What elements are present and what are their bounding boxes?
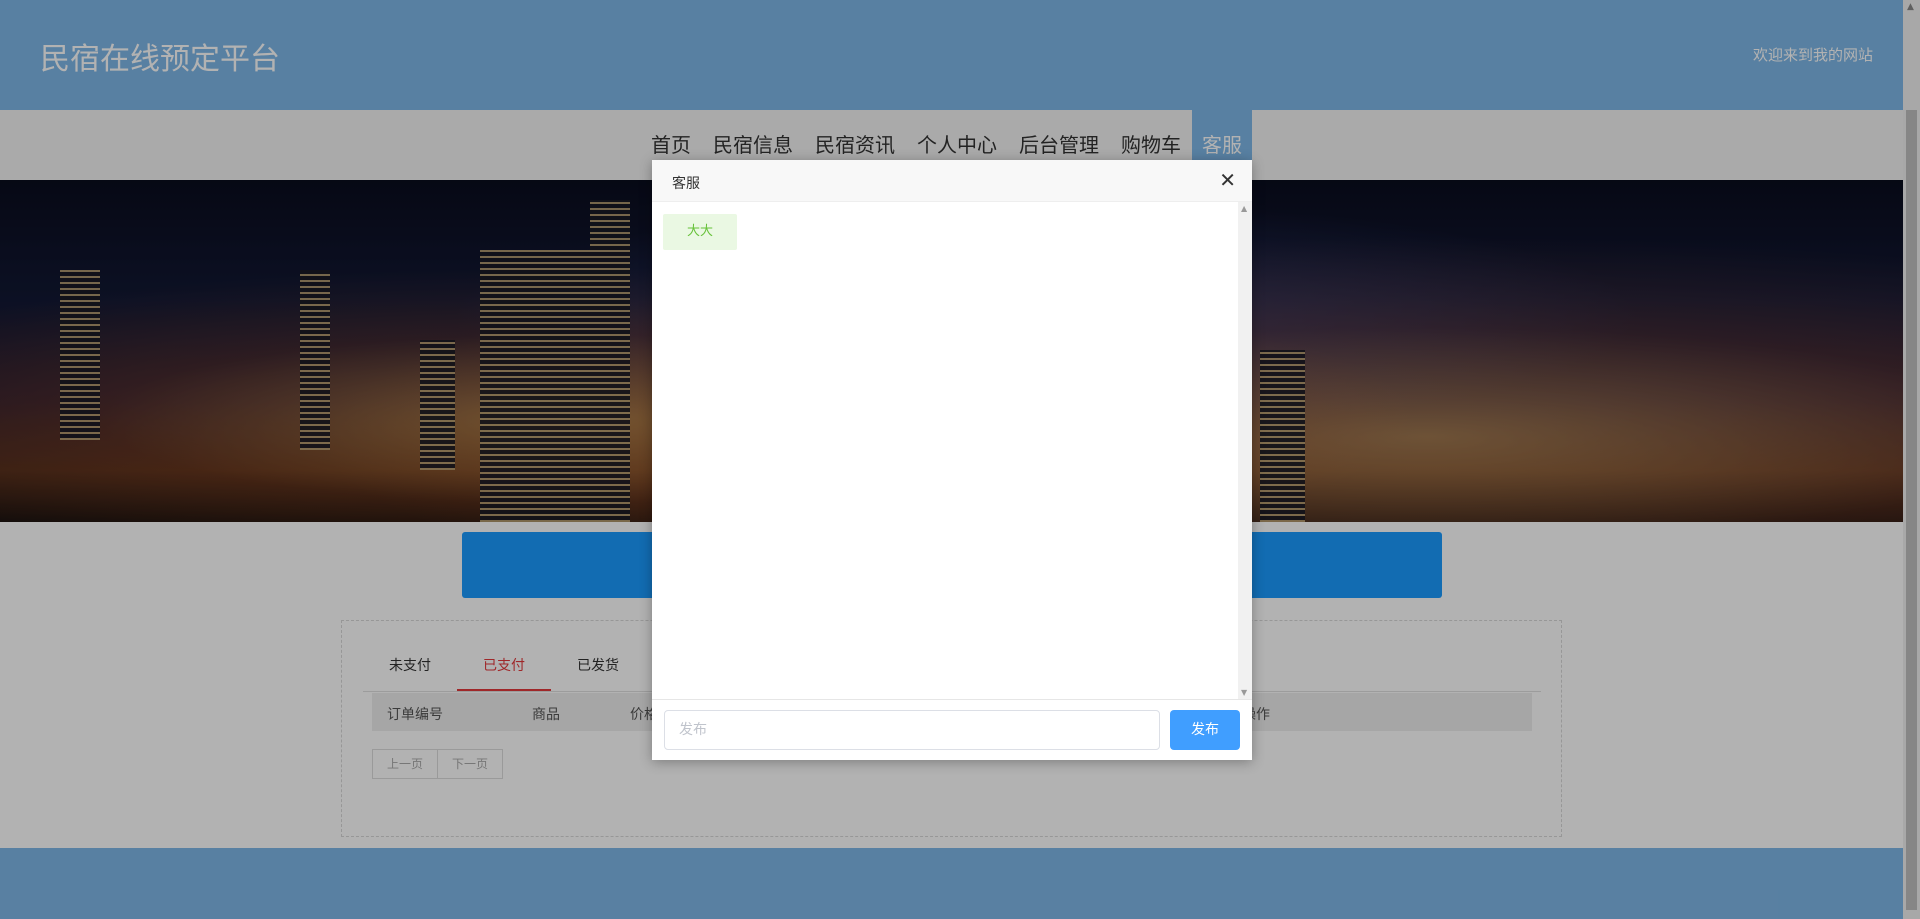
scroll-down-icon[interactable]: ▼ [1241,688,1247,697]
chat-message: 大大 [663,214,737,250]
chat-input-row: 发布 [664,710,1240,750]
chat-messages[interactable]: 大大 ▲ ▼ [652,202,1252,700]
close-icon[interactable]: ✕ [1219,170,1236,190]
dialog-header: 客服 ✕ [652,160,1252,202]
customer-service-dialog: 客服 ✕ 大大 ▲ ▼ 发布 [652,160,1252,760]
chat-input[interactable] [664,710,1160,750]
scroll-up-icon[interactable]: ▲ [1241,204,1247,213]
chat-scrollbar[interactable]: ▲ ▼ [1238,202,1252,699]
send-button[interactable]: 发布 [1170,710,1240,750]
dialog-title: 客服 [672,176,700,192]
